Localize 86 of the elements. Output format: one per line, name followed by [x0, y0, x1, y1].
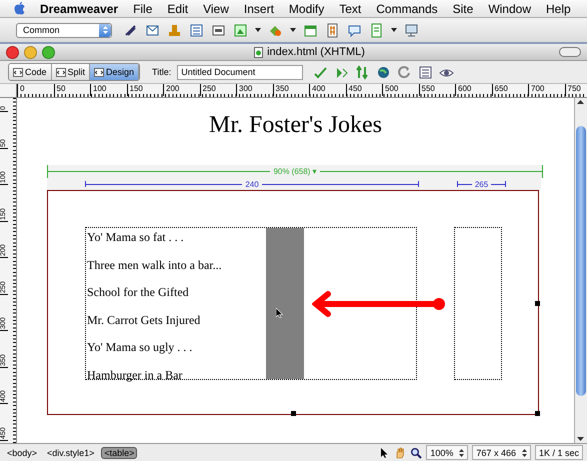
column-width-bar[interactable]: 265 — [457, 181, 506, 187]
menu-item[interactable]: Modify — [288, 2, 324, 16]
zoom-tool-icon[interactable] — [410, 446, 422, 458]
view-tab[interactable]: Design — [90, 64, 140, 80]
joke-title: Mr. Carrot Gets Injured — [86, 314, 200, 326]
window-size-dropdown[interactable]: 767 x 466 — [472, 445, 531, 460]
caret-icon[interactable] — [290, 28, 296, 32]
options-icon[interactable] — [418, 64, 434, 80]
tag-selector[interactable]: <div.style1> — [44, 446, 98, 458]
mouse-cursor-icon — [276, 308, 283, 318]
globe-icon[interactable] — [376, 64, 392, 80]
tag-selector[interactable]: <body> — [4, 446, 40, 458]
table-icon[interactable] — [189, 22, 204, 38]
resize-handle[interactable] — [291, 411, 296, 416]
ruler-label: 500 — [382, 84, 398, 96]
menu-item[interactable]: File — [133, 2, 152, 16]
ruler-label: 750 — [564, 84, 581, 96]
ruler-label: 300 — [236, 84, 252, 96]
caret-icon[interactable] — [391, 28, 397, 32]
pointer-tool-icon[interactable] — [378, 446, 390, 458]
menu-item[interactable]: Window — [488, 2, 531, 16]
menu-item[interactable]: Help — [546, 2, 571, 16]
window-title: index.html (XHTML) — [267, 46, 365, 58]
tag-selector[interactable]: <table> — [101, 446, 138, 458]
ruler-label: 650 — [492, 84, 508, 96]
joke-title: School for the Gifted — [86, 286, 189, 298]
ruler-label: 100 — [90, 84, 106, 96]
apple-icon[interactable] — [14, 2, 25, 15]
joke-title: Yo' Mama so fat . . . — [86, 231, 184, 243]
column-width-bar[interactable]: 240 — [85, 181, 419, 187]
menu-item[interactable]: Site — [452, 2, 474, 16]
ruler-label: 350 — [272, 84, 289, 96]
layer-icon[interactable] — [211, 22, 226, 38]
zoom-button[interactable] — [42, 46, 55, 58]
monitor-icon[interactable] — [404, 22, 419, 38]
ruler-label: 600 — [455, 84, 472, 96]
code-brackets-icon — [94, 68, 104, 76]
template-icon[interactable] — [369, 22, 384, 38]
resize-handle[interactable] — [535, 301, 540, 306]
view-tab[interactable]: Code — [9, 64, 52, 80]
code-brackets-icon — [56, 68, 66, 76]
comment-icon[interactable] — [347, 22, 362, 38]
menu-item[interactable]: Edit — [167, 2, 188, 16]
validate-icon[interactable] — [313, 64, 328, 80]
ruler-label: 450 — [346, 84, 362, 96]
minimize-button[interactable] — [24, 46, 37, 58]
menu-item[interactable]: View — [203, 2, 229, 16]
menu-item[interactable]: Text — [339, 2, 362, 16]
email-icon[interactable] — [145, 22, 160, 38]
ruler-label: 0 — [17, 84, 24, 96]
stepper-icon — [522, 448, 527, 456]
refresh-icon[interactable] — [397, 64, 412, 80]
ruler-label: 50 — [54, 84, 66, 96]
title-field[interactable]: Untitled Document — [177, 64, 304, 80]
stepper-icon — [102, 26, 108, 34]
menu-item[interactable]: Commands — [376, 2, 438, 16]
page-heading: Mr. Foster's Jokes — [208, 112, 383, 139]
ruler-label: 200 — [163, 84, 180, 96]
ruler-label: 150 — [126, 84, 143, 96]
view-tab[interactable]: Split — [52, 64, 90, 80]
joke-title: Three men walk into a bar... — [86, 258, 222, 270]
ruler-label: 250 — [200, 84, 216, 96]
joke-title: Yo' Mama so ugly . . . — [86, 341, 192, 353]
file-icon — [254, 46, 264, 58]
title-label: Title: — [152, 67, 172, 77]
image-icon[interactable] — [233, 22, 248, 38]
document-icon[interactable] — [325, 22, 340, 38]
caret-icon[interactable] — [255, 28, 261, 32]
close-button[interactable] — [6, 46, 19, 58]
ruler-label: 700 — [528, 84, 544, 96]
scrollbar-thumb[interactable] — [576, 126, 586, 396]
app-menu[interactable]: Dreamweaver — [40, 2, 118, 16]
hyperlink-icon[interactable] — [123, 22, 138, 38]
category-dropdown[interactable]: Common — [16, 22, 112, 38]
stepper-icon — [459, 448, 464, 456]
resize-handle[interactable] — [535, 411, 540, 416]
calendar-icon[interactable] — [303, 22, 318, 38]
menu-item[interactable]: Insert — [244, 2, 274, 16]
ruler-label: 400 — [309, 84, 326, 96]
joke-title: Hamburger in a Bar — [86, 368, 182, 380]
zoom-dropdown[interactable]: 100% — [426, 445, 468, 460]
transfer-icon[interactable] — [355, 64, 370, 80]
code-brackets-icon — [13, 68, 23, 76]
toolbar-toggle-button[interactable] — [559, 47, 581, 57]
ruler-label: 550 — [418, 84, 435, 96]
download-time: 1K / 1 sec — [534, 445, 583, 460]
